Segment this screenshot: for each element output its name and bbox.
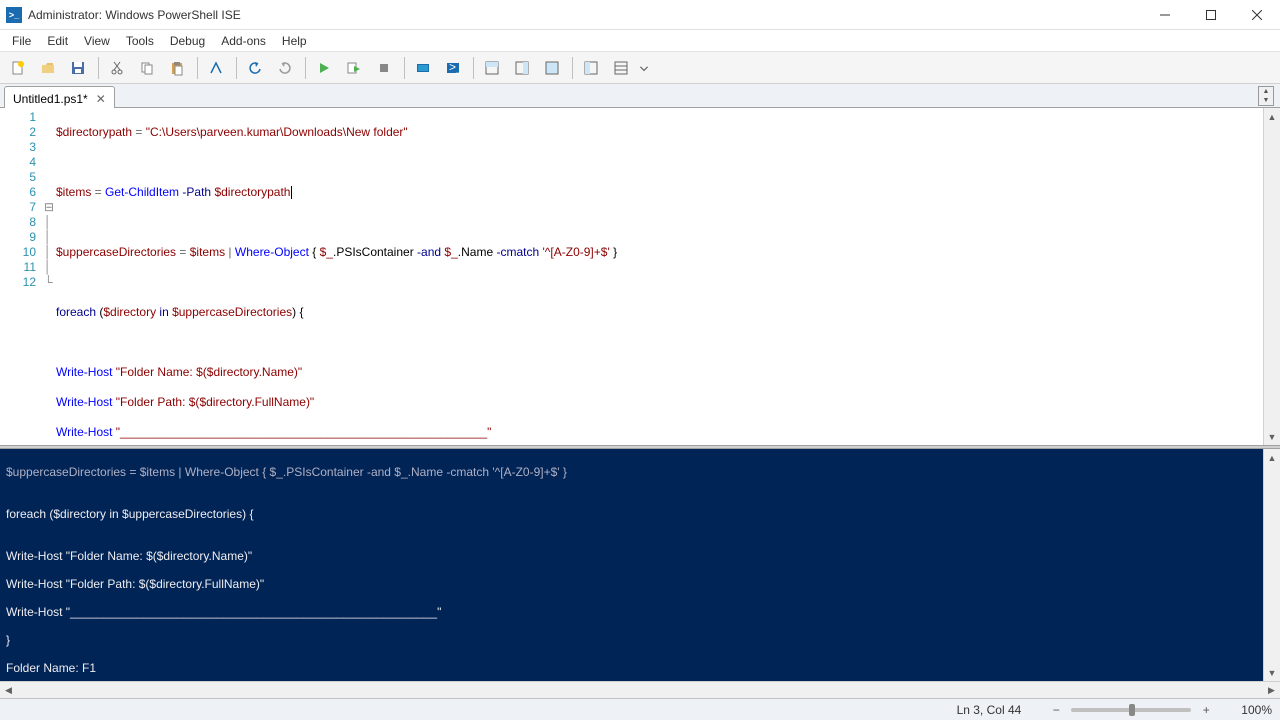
cut-button[interactable] — [103, 55, 131, 81]
tab-close-icon[interactable]: ✕ — [94, 92, 108, 106]
new-remote-tab-button[interactable] — [409, 55, 437, 81]
tab-bar: Untitled1.ps1* ✕ ▲ ▼ — [0, 84, 1280, 108]
status-bar: Ln 3, Col 44 − + 100% — [0, 698, 1280, 720]
code-area[interactable]: $directorypath = "C:\Users\parveen.kumar… — [54, 108, 1263, 445]
menu-addons[interactable]: Add-ons — [213, 31, 274, 51]
script-pane-toggle[interactable]: ▲ ▼ — [1258, 86, 1274, 106]
app-icon: >_ — [6, 7, 22, 23]
show-script-pane-right-button[interactable] — [508, 55, 536, 81]
show-script-pane-max-button[interactable] — [538, 55, 566, 81]
fold-toggle-icon[interactable]: ⊟ — [44, 200, 54, 215]
line-gutter: 123456789101112 — [0, 108, 44, 445]
zoom-out-button[interactable]: − — [1049, 703, 1063, 717]
stop-button[interactable] — [370, 55, 398, 81]
scroll-up-icon[interactable]: ▲ — [1264, 449, 1280, 466]
zoom-level: 100% — [1241, 703, 1272, 717]
save-button[interactable] — [64, 55, 92, 81]
menu-edit[interactable]: Edit — [39, 31, 76, 51]
menu-tools[interactable]: Tools — [118, 31, 162, 51]
maximize-button[interactable] — [1188, 0, 1234, 30]
zoom-slider[interactable] — [1071, 708, 1191, 712]
console-vscrollbar[interactable]: ▲ ▼ — [1263, 449, 1280, 681]
toolbar: >_ — [0, 52, 1280, 84]
start-powershell-button[interactable]: >_ — [439, 55, 467, 81]
tab-label: Untitled1.ps1* — [13, 92, 88, 106]
console-pane[interactable]: $uppercaseDirectories = $items | Where-O… — [0, 449, 1280, 681]
menu-bar: File Edit View Tools Debug Add-ons Help — [0, 30, 1280, 52]
clear-console-button[interactable] — [202, 55, 230, 81]
svg-text:>_: >_ — [449, 60, 461, 74]
text-caret — [291, 186, 292, 199]
scroll-down-icon[interactable]: ▼ — [1264, 664, 1280, 681]
script-tab[interactable]: Untitled1.ps1* ✕ — [4, 86, 115, 108]
editor-vscrollbar[interactable]: ▲ ▼ — [1263, 108, 1280, 445]
chevron-up-icon: ▲ — [1259, 87, 1273, 96]
menu-debug[interactable]: Debug — [162, 31, 213, 51]
paste-button[interactable] — [163, 55, 191, 81]
show-command-button[interactable] — [577, 55, 605, 81]
toolbar-options-button[interactable] — [637, 55, 651, 81]
minimize-button[interactable] — [1142, 0, 1188, 30]
console-hscrollbar[interactable]: ◀ ▶ — [0, 681, 1280, 698]
scroll-up-icon[interactable]: ▲ — [1264, 108, 1280, 125]
run-selection-button[interactable] — [340, 55, 368, 81]
scroll-down-icon[interactable]: ▼ — [1264, 428, 1280, 445]
title-bar: >_ Administrator: Windows PowerShell ISE — [0, 0, 1280, 30]
menu-file[interactable]: File — [4, 31, 39, 51]
console-output[interactable]: $uppercaseDirectories = $items | Where-O… — [0, 449, 1263, 681]
redo-button[interactable] — [271, 55, 299, 81]
scroll-left-icon[interactable]: ◀ — [0, 682, 17, 699]
menu-help[interactable]: Help — [274, 31, 315, 51]
open-button[interactable] — [34, 55, 62, 81]
zoom-in-button[interactable]: + — [1199, 703, 1213, 717]
window-title: Administrator: Windows PowerShell ISE — [28, 8, 1142, 22]
zoom-thumb[interactable] — [1129, 704, 1135, 716]
undo-button[interactable] — [241, 55, 269, 81]
fold-column: ⊟││││└ — [44, 108, 54, 445]
new-button[interactable] — [4, 55, 32, 81]
show-command-addon-button[interactable] — [607, 55, 635, 81]
show-script-pane-top-button[interactable] — [478, 55, 506, 81]
script-editor[interactable]: 123456789101112 ⊟││││└ $directorypath = … — [0, 108, 1280, 445]
scroll-right-icon[interactable]: ▶ — [1263, 682, 1280, 699]
chevron-down-icon: ▼ — [1259, 96, 1273, 105]
run-script-button[interactable] — [310, 55, 338, 81]
close-button[interactable] — [1234, 0, 1280, 30]
cursor-position: Ln 3, Col 44 — [957, 703, 1022, 717]
menu-view[interactable]: View — [76, 31, 118, 51]
copy-button[interactable] — [133, 55, 161, 81]
